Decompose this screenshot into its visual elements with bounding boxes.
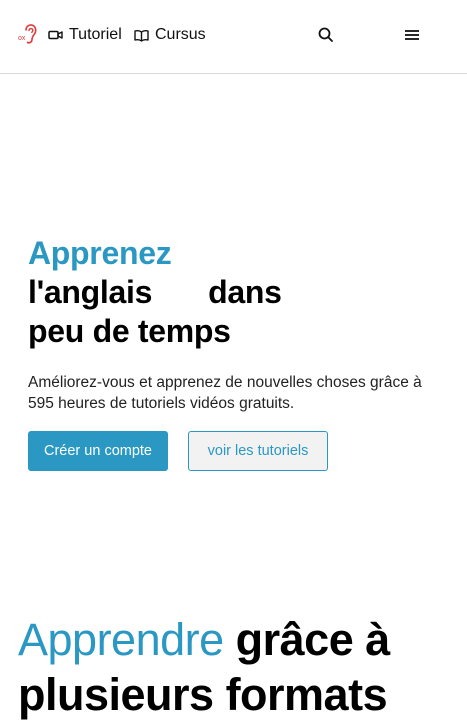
nav-cursus-link[interactable]: Cursus bbox=[134, 24, 206, 46]
hero-title-line-3: peu de temps bbox=[28, 313, 231, 349]
nav-tutoriel-label: Tutoriel bbox=[69, 26, 122, 43]
hero-title-word-dans: dans bbox=[208, 274, 282, 310]
formats-section-title-accent: Apprendre bbox=[18, 614, 224, 665]
top-navigation-bar: ox Tutoriel Cursus bbox=[0, 0, 467, 74]
video-camera-icon bbox=[48, 30, 63, 40]
svg-text:ox: ox bbox=[18, 35, 26, 42]
view-tutorials-button[interactable]: voir les tutoriels bbox=[188, 431, 328, 471]
hero-title-line-2: l'anglais dans bbox=[28, 273, 448, 312]
create-account-button[interactable]: Créer un compte bbox=[28, 431, 168, 471]
open-book-icon bbox=[134, 29, 149, 42]
formats-section-title: Apprendre grâce à plusieurs formats bbox=[18, 612, 458, 722]
hamburger-menu-icon[interactable] bbox=[402, 25, 422, 45]
hero-title: Apprenez l'anglais dans peu de temps bbox=[28, 234, 448, 351]
hero-title-accent: Apprenez bbox=[28, 235, 172, 271]
nav-cursus-label: Cursus bbox=[155, 26, 206, 43]
hero-subtitle: Améliorez-vous et apprenez de nouvelles … bbox=[28, 374, 422, 412]
ear-logo-icon[interactable]: ox bbox=[17, 22, 41, 46]
search-icon[interactable] bbox=[316, 25, 336, 45]
hero-title-word-language: l'anglais bbox=[28, 274, 153, 310]
nav-tutoriel-link[interactable]: Tutoriel bbox=[48, 24, 122, 46]
